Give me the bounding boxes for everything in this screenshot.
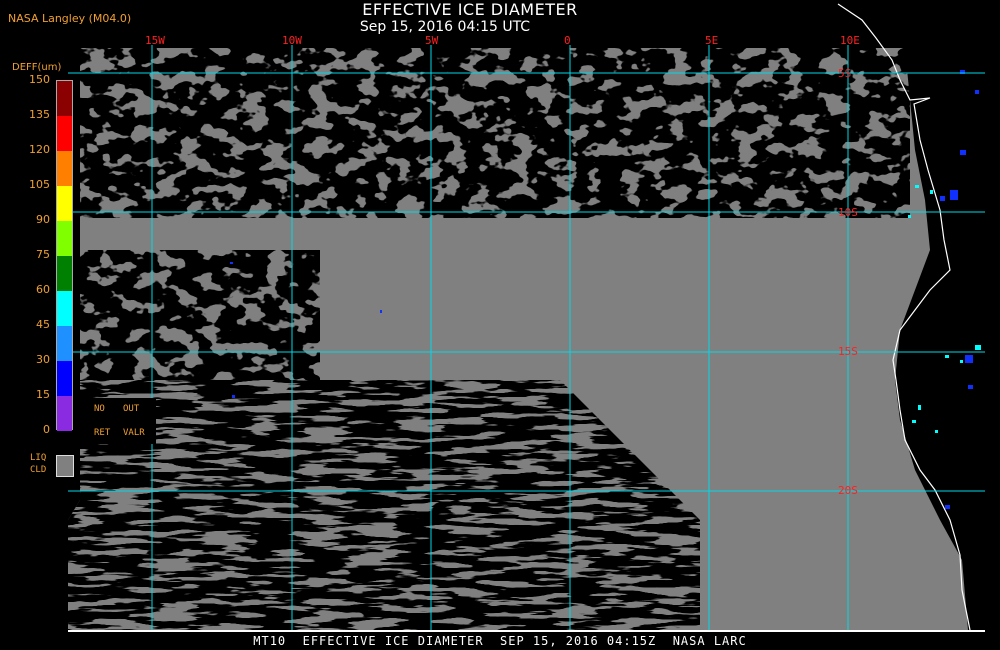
legend-color-segment	[57, 151, 72, 186]
lon-label: 10W	[282, 34, 302, 47]
lat-label: 15S	[838, 345, 858, 358]
out-valr-label-2: VALR	[123, 428, 145, 438]
lon-label: 5W	[425, 34, 439, 47]
satellite-map	[68, 3, 985, 632]
legend-tick-label: 30	[36, 353, 50, 366]
legend-tick-label: 120	[29, 143, 50, 156]
legend-color-bar	[56, 80, 73, 431]
lon-label: 15W	[145, 34, 165, 47]
legend-tick-label: 0	[43, 423, 50, 436]
lat-label: 5S	[838, 67, 852, 80]
lat-label: 10S	[838, 206, 858, 219]
liquid-cloud-swatch	[56, 455, 74, 477]
map-timestamp: Sep 15, 2016 04:15 UTC	[359, 19, 531, 35]
lon-label: 0	[564, 34, 571, 47]
legend-tick-label: 90	[36, 213, 50, 226]
legend-color-segment	[57, 81, 72, 116]
liq-label: LIQ	[30, 453, 47, 463]
legend-color-segment	[57, 256, 72, 291]
legend-tick-label: 45	[36, 318, 50, 331]
map-title: EFFECTIVE ICE DIAMETER	[362, 0, 578, 19]
lat-label: 20S	[838, 484, 858, 497]
no-ret-label: NO	[94, 404, 105, 414]
legend-tick-label: 105	[29, 178, 50, 191]
out-valr-label: OUT	[123, 404, 140, 414]
legend-color-segment	[57, 291, 72, 326]
legend-tick-label: 60	[36, 283, 50, 296]
legend-tick-label: 15	[36, 388, 50, 401]
legend-tick-label: 150	[29, 73, 50, 86]
legend-tick-label: 135	[29, 108, 50, 121]
legend-color-segment	[57, 396, 72, 431]
legend-color-segment	[57, 221, 72, 256]
legend-color-segment	[57, 361, 72, 396]
no-retrieval-key: NO OUT RET VALR	[80, 398, 156, 444]
legend-color-segment	[57, 186, 72, 221]
footer-caption: MT10 EFFECTIVE ICE DIAMETER SEP 15, 2016…	[253, 634, 747, 648]
legend-tick-label: 75	[36, 248, 50, 261]
legend-unit-label: DEFF(um)	[12, 62, 62, 73]
lon-label: 5E	[705, 34, 719, 47]
legend-color-segment	[57, 116, 72, 151]
legend-color-segment	[57, 326, 72, 361]
no-ret-label-2: RET	[94, 428, 111, 438]
cld-label: CLD	[30, 465, 47, 475]
lon-label: 10E	[840, 34, 860, 47]
